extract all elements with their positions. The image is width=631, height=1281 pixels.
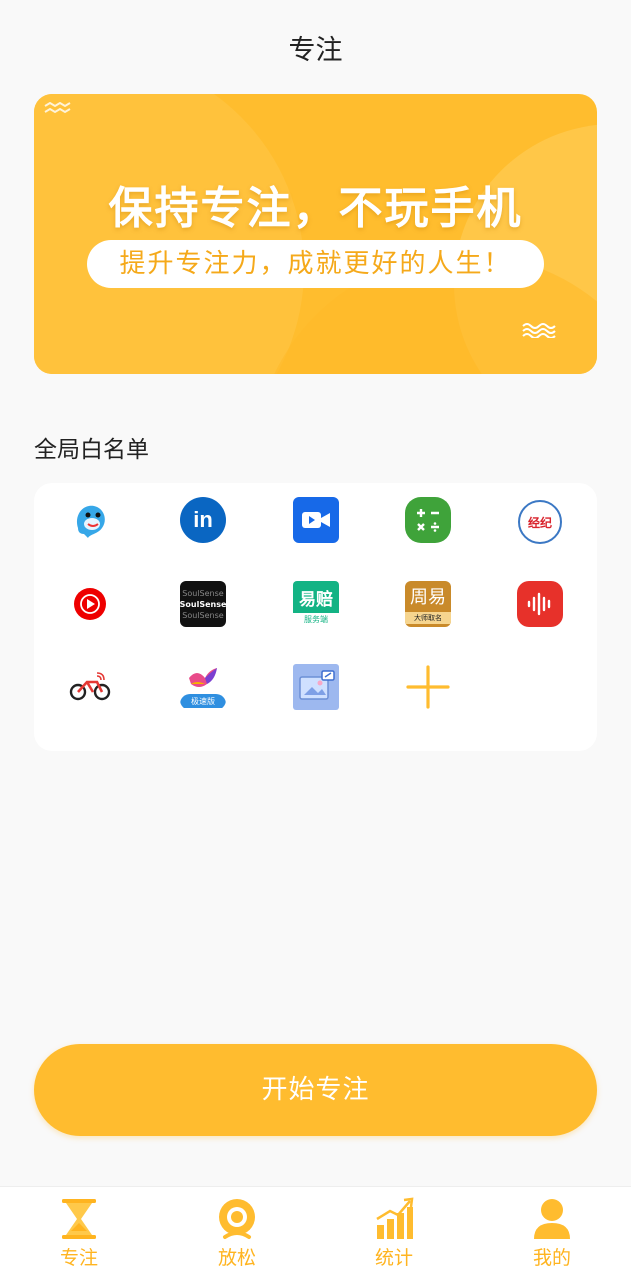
hourglass-icon: [62, 1199, 96, 1239]
wave-decoration-icon: [522, 323, 556, 338]
camera-icon: [219, 1199, 255, 1239]
tab-label: 专注: [59, 1247, 98, 1269]
start-focus-button[interactable]: 开始专注: [34, 1044, 597, 1136]
yipei-app-icon[interactable]: 易赔 服务端: [293, 581, 339, 627]
tab-stats[interactable]: 统计: [334, 1187, 454, 1281]
tab-relax[interactable]: 放松: [177, 1187, 297, 1281]
soulsense-logo-text: SoulSense: [180, 599, 226, 609]
add-icon[interactable]: [405, 664, 451, 710]
soulsense-app-icon[interactable]: SoulSense SoulSense SoulSense: [180, 581, 226, 627]
soulsense-logo-text: SoulSense: [182, 610, 224, 620]
tab-label: 统计: [374, 1247, 413, 1269]
wave-decoration-icon: [44, 102, 71, 114]
yipei-logo-text: 易赔: [299, 589, 333, 610]
focus-banner: 保持专注，不玩手机 提升专注力，成就更好的人生！: [34, 94, 597, 374]
voice-recorder-app-icon[interactable]: [517, 581, 563, 627]
bird-subtext: 极速版: [191, 696, 215, 706]
bird-app-icon[interactable]: 极速版: [180, 664, 226, 710]
linkedin-logo-text: in: [193, 507, 213, 532]
linkedin-app-icon[interactable]: in: [180, 497, 226, 543]
badge-app-icon[interactable]: 经纪: [518, 500, 562, 544]
zhouyi-app-icon[interactable]: 周易 大师取名: [405, 581, 451, 627]
whitelist-grid: in 经纪 SoulSense SoulSense SoulSense 易赔 服…: [34, 483, 597, 751]
video-meeting-app-icon[interactable]: [293, 497, 339, 543]
tab-label: 我的: [532, 1247, 571, 1269]
whitelist-title: 全局白名单: [34, 437, 149, 463]
gallery-app-icon[interactable]: [293, 664, 339, 710]
bike-app-icon[interactable]: [67, 664, 113, 710]
zhouyi-logo-text: 周易: [410, 587, 446, 608]
calculator-app-icon[interactable]: [405, 497, 451, 543]
youtube-music-app-icon[interactable]: [67, 581, 113, 627]
yipei-subtext: 服务端: [304, 615, 328, 624]
tab-focus[interactable]: 专注: [19, 1187, 139, 1281]
tab-mine[interactable]: 我的: [492, 1187, 612, 1281]
badge-app-text: 经纪: [527, 515, 552, 530]
tab-label: 放松: [217, 1247, 256, 1269]
dolphin-app-icon[interactable]: [67, 497, 113, 543]
bar-chart-icon: [376, 1197, 414, 1239]
zhouyi-subtext: 大师取名: [405, 612, 451, 624]
bottom-tab-bar: 专注 放松 统计 我的: [0, 1186, 631, 1281]
page-title: 专注: [288, 35, 343, 66]
user-icon: [534, 1199, 570, 1239]
soulsense-logo-text: SoulSense: [182, 588, 224, 598]
banner-headline: 保持专注，不玩手机: [108, 183, 523, 234]
banner-subline: 提升专注力，成就更好的人生！: [87, 240, 544, 288]
